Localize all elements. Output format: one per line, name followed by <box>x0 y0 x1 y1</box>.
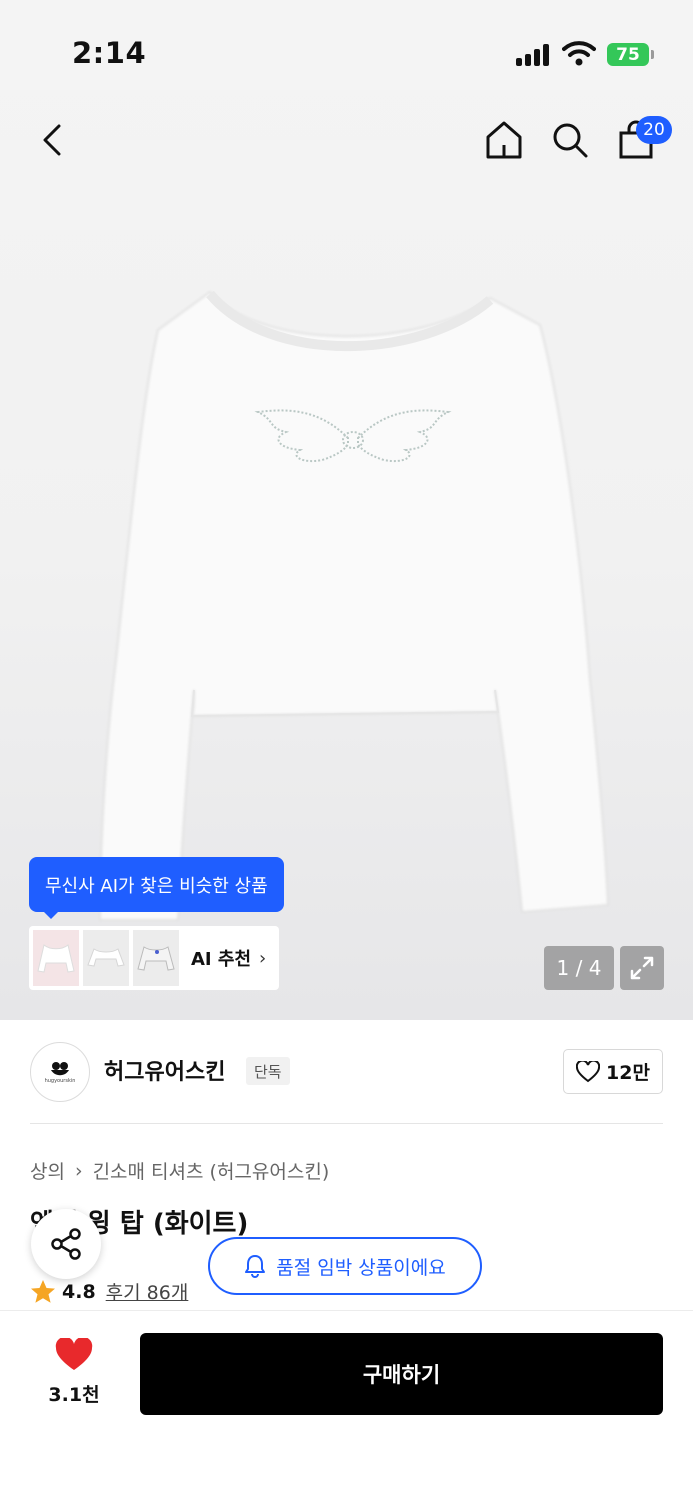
image-pager: 1 / 4 <box>544 946 614 990</box>
cart-count-badge: 20 <box>636 116 672 144</box>
ai-recommend-label: AI 추천 <box>191 949 252 970</box>
rating-score: 4.8 <box>62 1280 96 1303</box>
status-bar: 2:14 75 <box>0 0 693 100</box>
expand-button[interactable] <box>620 946 664 990</box>
home-button[interactable] <box>482 118 526 162</box>
back-button[interactable] <box>30 118 74 162</box>
shirt-thumbnail-icon <box>87 948 125 967</box>
brand-logo-text: hugyourskin <box>44 1077 76 1084</box>
share-button[interactable] <box>31 1209 101 1279</box>
breadcrumb: 상의 › 긴소매 티셔츠 (허그유어스킨) <box>30 1157 329 1184</box>
product-image <box>98 290 610 921</box>
chevron-left-icon <box>43 124 61 156</box>
breadcrumb-category[interactable]: 상의 <box>30 1157 65 1184</box>
exclusive-badge: 단독 <box>246 1057 290 1085</box>
review-count-link[interactable]: 후기 86개 <box>106 1278 189 1305</box>
soldout-soon-notice[interactable]: 품절 임박 상품이에요 <box>208 1237 482 1295</box>
brand-logo-icon <box>51 1061 69 1075</box>
ai-thumbnail <box>33 930 79 986</box>
brand-name[interactable]: 허그유어스킨 <box>104 1054 225 1086</box>
ai-thumbnail <box>83 930 129 986</box>
breadcrumb-separator: › <box>74 1159 83 1182</box>
wishlist-count: 3.1천 <box>48 1384 100 1406</box>
ai-similar-tooltip[interactable]: 무신사 AI가 찾은 비슷한 상품 <box>29 857 284 912</box>
status-time: 2:14 <box>72 36 147 70</box>
breadcrumb-subcategory[interactable]: 긴소매 티셔츠 (허그유어스킨) <box>93 1157 330 1184</box>
ai-recommend-button[interactable]: AI 추천 › <box>29 926 279 990</box>
brand-logo[interactable]: hugyourskin <box>30 1042 90 1102</box>
ai-thumbnail <box>133 930 179 986</box>
brand-like-button[interactable]: 12만 <box>563 1049 663 1094</box>
shirt-thumbnail-icon <box>37 944 75 973</box>
product-image-area[interactable]: 2:14 75 20 무신사 AI가 찾은 비슷한 상품 AI 추천 › 1 /… <box>0 0 693 1020</box>
battery-cap <box>651 50 654 59</box>
battery-icon: 75 <box>607 43 649 66</box>
bell-icon <box>245 1255 266 1278</box>
search-button[interactable] <box>548 118 592 162</box>
chevron-right-icon: › <box>259 947 267 969</box>
home-icon <box>486 121 522 159</box>
share-icon <box>51 1228 81 1260</box>
divider <box>30 1123 663 1124</box>
buy-button[interactable]: 구매하기 <box>140 1333 663 1415</box>
rating-row[interactable]: 4.8 후기 86개 <box>30 1278 188 1305</box>
shirt-thumbnail-icon <box>137 946 175 971</box>
wifi-icon <box>562 41 596 66</box>
wishlist-button[interactable]: 3.1천 <box>30 1336 118 1407</box>
expand-icon <box>630 956 654 980</box>
tooltip-tail <box>42 910 60 919</box>
soldout-text: 품절 임박 상품이에요 <box>276 1256 446 1279</box>
heart-filled-icon <box>55 1336 93 1370</box>
signal-icon <box>516 44 552 66</box>
star-icon <box>31 1280 55 1303</box>
battery-level: 75 <box>616 44 640 65</box>
brand-like-count: 12만 <box>606 1062 650 1084</box>
search-icon <box>553 123 588 158</box>
heart-outline-icon <box>576 1060 601 1082</box>
